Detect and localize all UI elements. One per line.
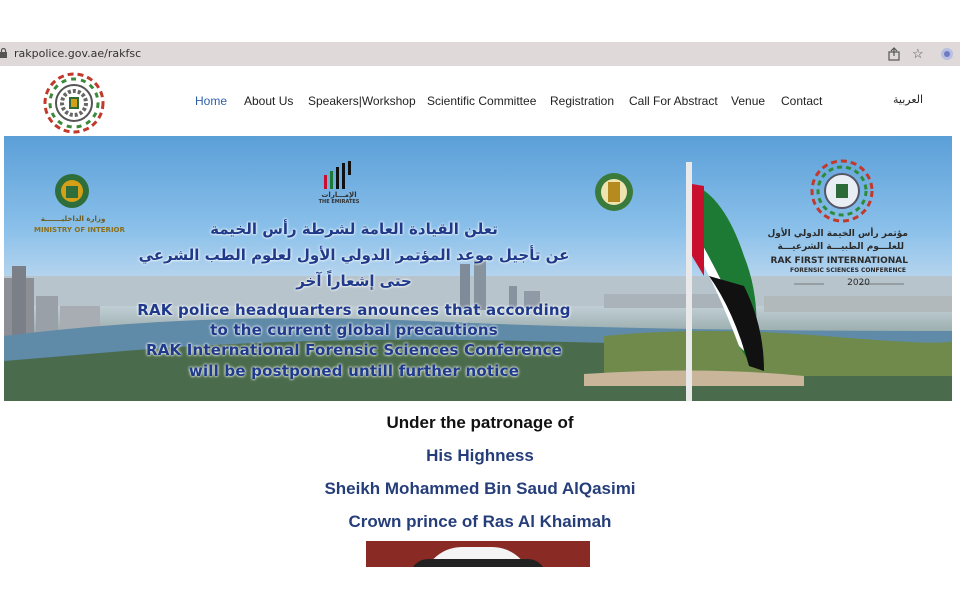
conference-title-en-2: FORENSIC SCIENCES CONFERENCE bbox=[790, 267, 906, 274]
conference-title-ar-2: للعلـــوم الطبيـــة الشرعيـــة bbox=[777, 242, 904, 252]
conference-title-en-1: RAK FIRST INTERNATIONAL bbox=[770, 256, 908, 266]
announcement-ar-line-2: عن تأجيل موعد المؤتمر الدولي الأول لعلوم… bbox=[138, 246, 570, 264]
star-icon[interactable]: ☆ bbox=[912, 47, 924, 61]
emirates-label-ar: الإمـــارات bbox=[321, 191, 357, 199]
nav-about-us[interactable]: About Us bbox=[244, 94, 293, 108]
lock-icon[interactable] bbox=[0, 48, 8, 58]
patronage-heading: Under the patronage of bbox=[386, 413, 574, 432]
nav-contact[interactable]: Contact bbox=[781, 94, 822, 108]
announcement-en-line-3: RAK International Forensic Sciences Conf… bbox=[145, 341, 563, 359]
patron-portrait bbox=[366, 541, 590, 567]
nav-registration[interactable]: Registration bbox=[550, 94, 614, 108]
announcement-ar-line-1: تعلن القيادة العامة لشرطة رأس الخيمة bbox=[210, 220, 498, 238]
announcement-banner: وزارة الداخليـــــــة MINISTRY OF INTERI… bbox=[4, 136, 952, 401]
url-text[interactable]: rakpolice.gov.ae/rakfsc bbox=[14, 47, 141, 60]
extension-icon[interactable] bbox=[940, 47, 954, 64]
emirates-label-en: THE EMIRATES bbox=[318, 199, 360, 205]
nav-venue[interactable]: Venue bbox=[731, 94, 765, 108]
announcement-en-line-1: RAK police headquarters anounces that ac… bbox=[137, 301, 571, 319]
address-bar[interactable]: rakpolice.gov.ae/rakfsc ☆ bbox=[0, 42, 960, 66]
language-switch[interactable]: العربية bbox=[893, 93, 923, 106]
site-header: Home About Us Speakers|Workshop Scientif… bbox=[0, 66, 960, 136]
conference-year: 2020 bbox=[847, 278, 870, 288]
nav-call-for-abstract[interactable]: Call For Abstract bbox=[629, 94, 718, 108]
announcement-en-line-4: will be postponed untill further notice bbox=[188, 362, 520, 380]
patronage-title: His Highness bbox=[426, 446, 534, 465]
nav-scientific-committee[interactable]: Scientific Committee bbox=[427, 94, 536, 108]
announcement-ar-line-3: حتى إشعاراً آخر bbox=[296, 272, 412, 290]
announcement-en-line-2: to the current global precautions bbox=[210, 321, 498, 339]
patron-role: Crown prince of Ras Al Khaimah bbox=[348, 512, 612, 531]
nav-speakers-workshop[interactable]: Speakers|Workshop bbox=[308, 94, 416, 108]
patron-name: Sheikh Mohammed Bin Saud AlQasimi bbox=[324, 479, 636, 498]
rak-forensic-logo[interactable] bbox=[42, 72, 106, 134]
share-icon[interactable] bbox=[887, 47, 901, 64]
conference-title-ar-1: مؤتمر رأس الخيمة الدولي الأول bbox=[767, 229, 909, 239]
nav-home[interactable]: Home bbox=[195, 94, 227, 108]
